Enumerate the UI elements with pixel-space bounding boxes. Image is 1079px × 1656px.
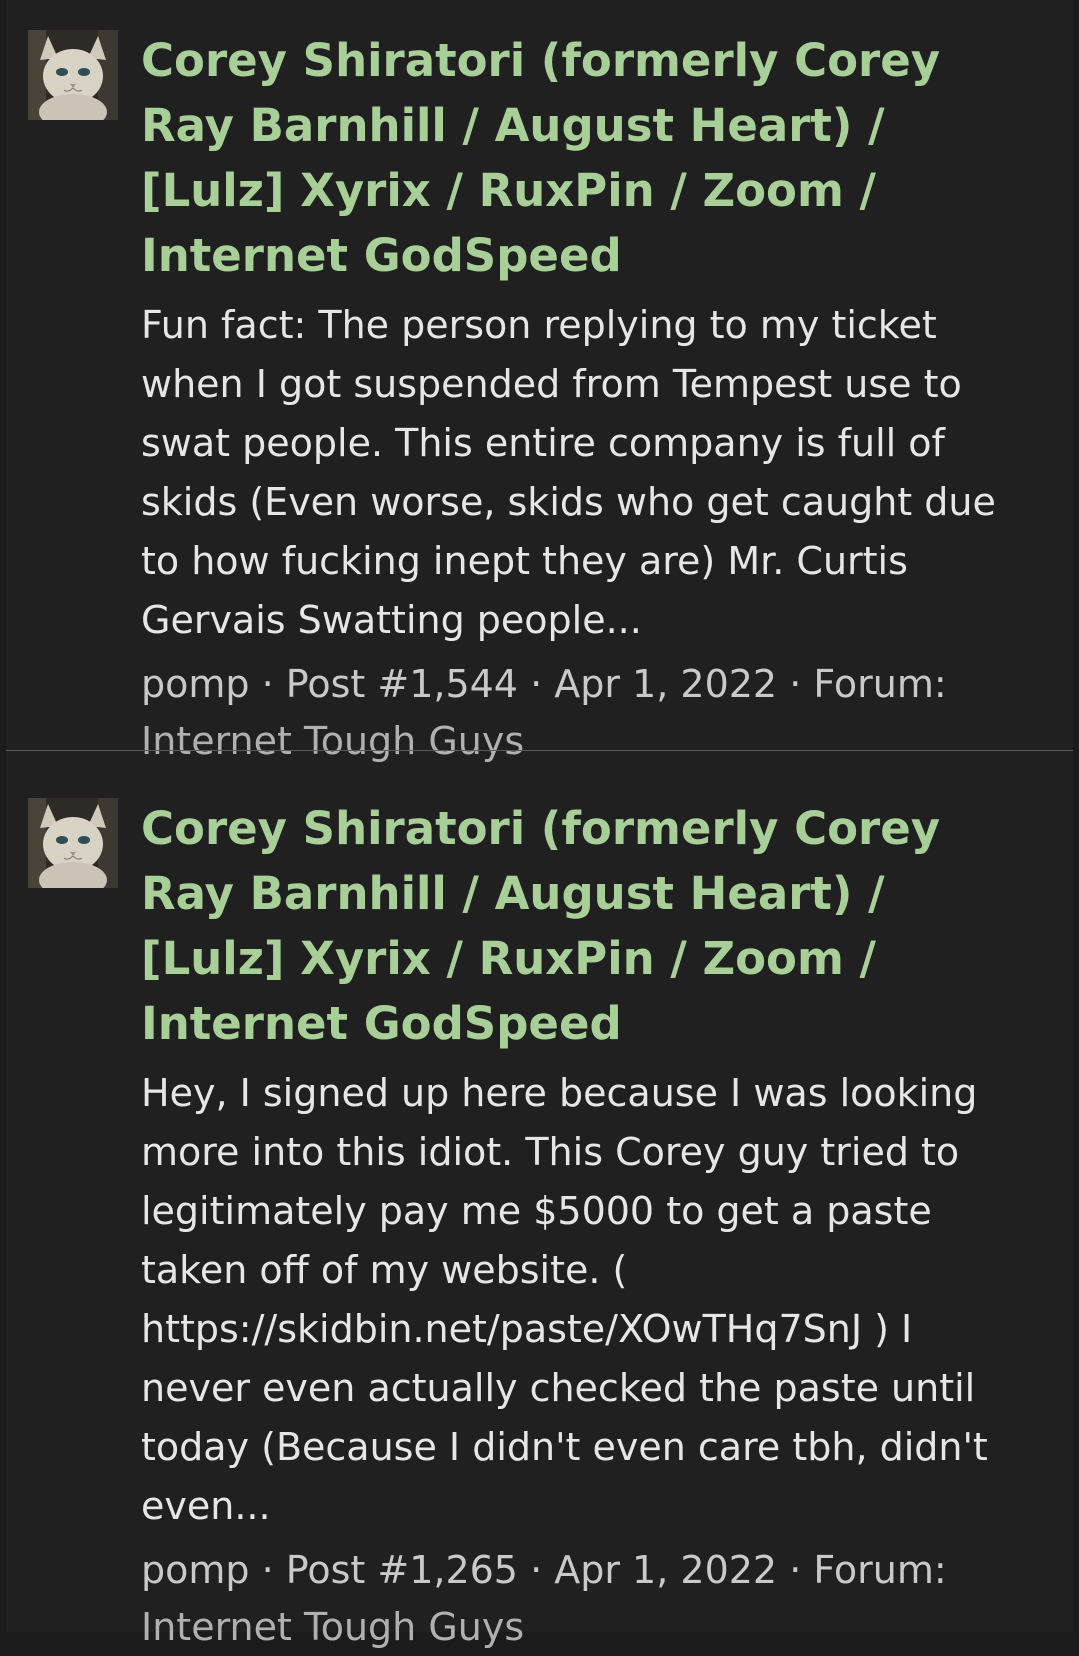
search-result-item[interactable]: Corey Shiratori (formerly Corey Ray Barn… (6, 0, 1073, 763)
meta-separator: · (777, 1548, 814, 1592)
result-divider (6, 750, 1073, 751)
meta-separator: · (517, 1548, 555, 1592)
author-name[interactable]: pomp (141, 1548, 250, 1592)
post-date: Apr 1, 2022 (554, 662, 778, 706)
post-date: Apr 1, 2022 (554, 1548, 778, 1592)
cat-avatar-icon[interactable] (28, 30, 118, 120)
post-number: Post #1,544 (285, 662, 518, 706)
meta-separator: · (249, 1548, 286, 1592)
meta-separator: · (777, 662, 814, 706)
meta-separator: · (249, 662, 286, 706)
author-name[interactable]: pomp (141, 662, 250, 706)
search-result-content: Corey Shiratori (formerly Corey Ray Barn… (141, 796, 1021, 1656)
search-result-item[interactable]: Corey Shiratori (formerly Corey Ray Barn… (6, 752, 1073, 1649)
post-snippet: Fun fact: The person replying to my tick… (141, 303, 996, 642)
search-result-content: Corey Shiratori (formerly Corey Ray Barn… (141, 28, 1021, 770)
forum-link[interactable]: Internet Tough Guys (141, 1605, 524, 1649)
post-number: Post #1,265 (285, 1548, 518, 1592)
thread-title-link[interactable]: Corey Shiratori (formerly Corey Ray Barn… (141, 28, 1021, 288)
thread-title-link[interactable]: Corey Shiratori (formerly Corey Ray Barn… (141, 796, 1021, 1056)
post-meta: pomp · Post #1,265 · Apr 1, 2022 · Forum… (141, 1542, 1021, 1656)
forum-label: Forum: (813, 662, 947, 706)
forum-label: Forum: (813, 1548, 947, 1592)
post-snippet: Hey, I signed up here because I was look… (141, 1071, 988, 1528)
cat-avatar-icon[interactable] (28, 798, 118, 888)
meta-separator: · (517, 662, 555, 706)
